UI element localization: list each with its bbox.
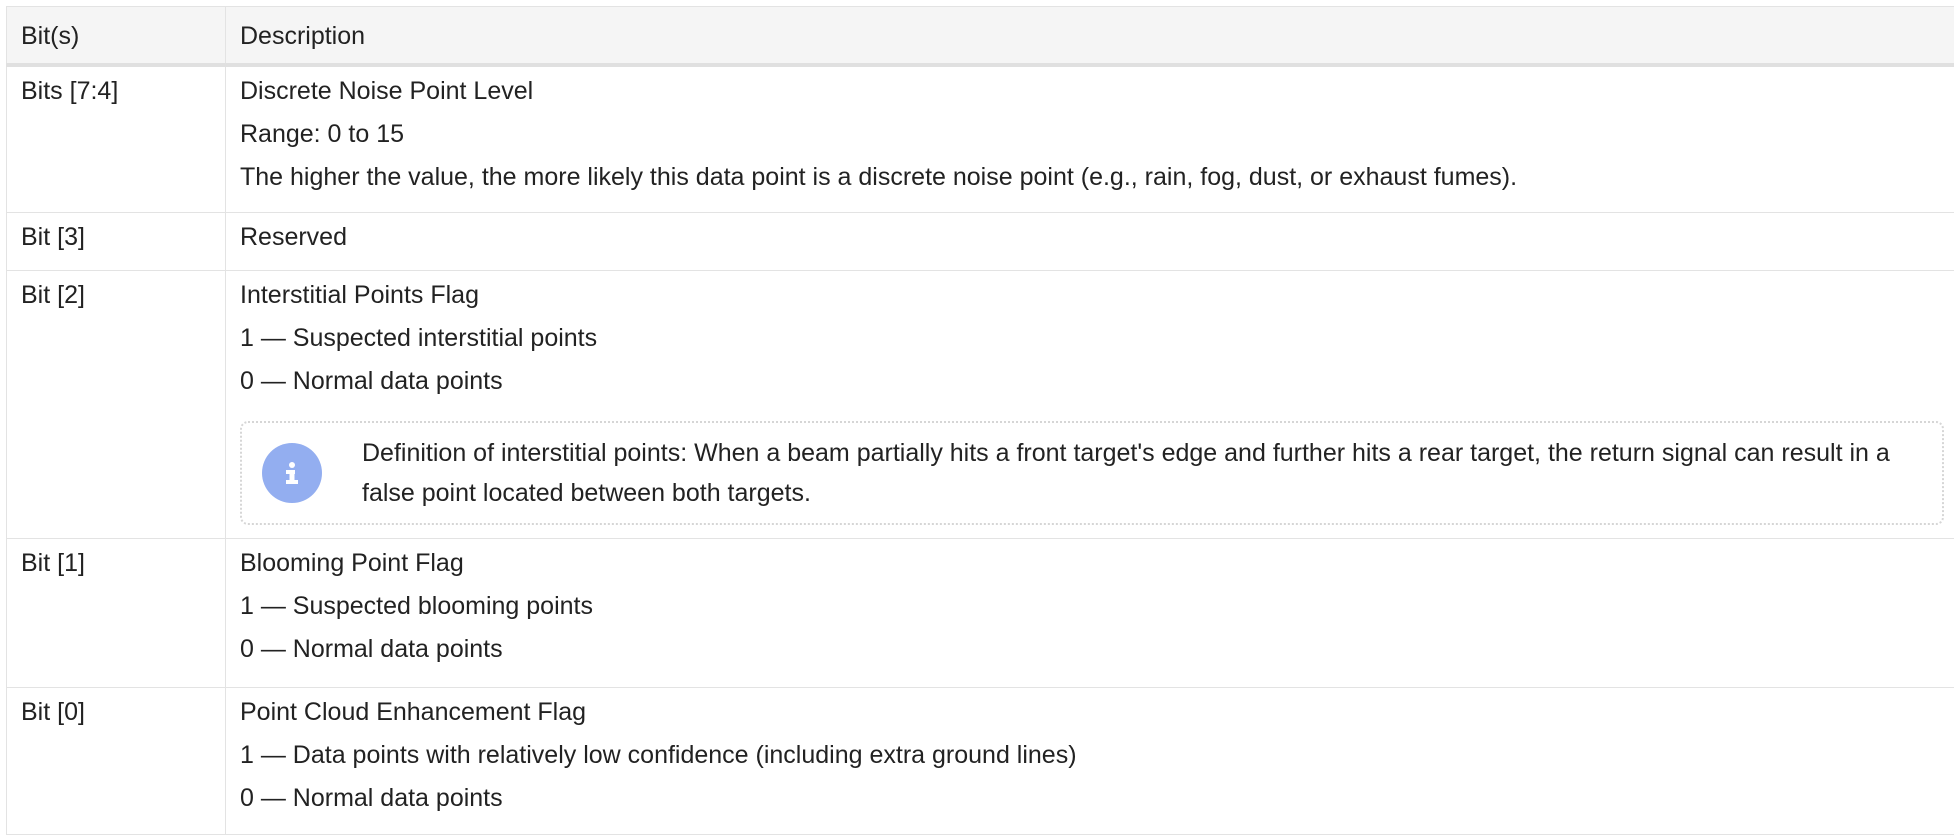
bits-label: Bit [3] [21,223,85,251]
description-title: Blooming Point Flag [240,549,464,577]
description-line: Range: 0 to 15 [240,120,405,148]
header-bits: Bit(s) [6,7,226,63]
info-note-text: Definition of interstitial points: When … [362,439,1890,507]
description-line: 0 — Normal data points [240,635,503,663]
table-row: Bit [1] Blooming Point Flag 1 — Suspecte… [6,539,1954,688]
table-row: Bit [0] Point Cloud Enhancement Flag 1 —… [6,688,1954,835]
table-row: Bit [3] Reserved [6,213,1954,271]
bits-label: Bit [1] [21,549,85,577]
description-title: Point Cloud Enhancement Flag [240,698,587,726]
description-line: 0 — Normal data points [240,784,503,812]
description-line: 0 — Normal data points [240,367,503,395]
description-line: 1 — Suspected interstitial points [240,324,598,352]
bits-label: Bit [2] [21,281,85,309]
info-icon [262,443,322,503]
description-title: Interstitial Points Flag [240,281,479,309]
bits-label: Bit [0] [21,698,85,726]
description-line: The higher the value, the more likely th… [240,163,1518,191]
description-line: 1 — Data points with relatively low conf… [240,741,1077,769]
description-title: Discrete Noise Point Level [240,77,534,105]
bits-label: Bits [7:4] [21,77,119,105]
table-row: Bits [7:4] Discrete Noise Point Level Ra… [6,67,1954,213]
description-title: Reserved [240,223,347,251]
description-line: 1 — Suspected blooming points [240,592,593,620]
table-row: Bit [2] Interstitial Points Flag 1 — Sus… [6,271,1954,539]
bit-description-table: Bit(s) Description Bits [7:4] Discrete N… [6,6,1954,835]
table-header-row: Bit(s) Description [6,7,1954,67]
info-note: Definition of interstitial points: When … [240,421,1944,525]
header-description: Description [240,22,366,50]
